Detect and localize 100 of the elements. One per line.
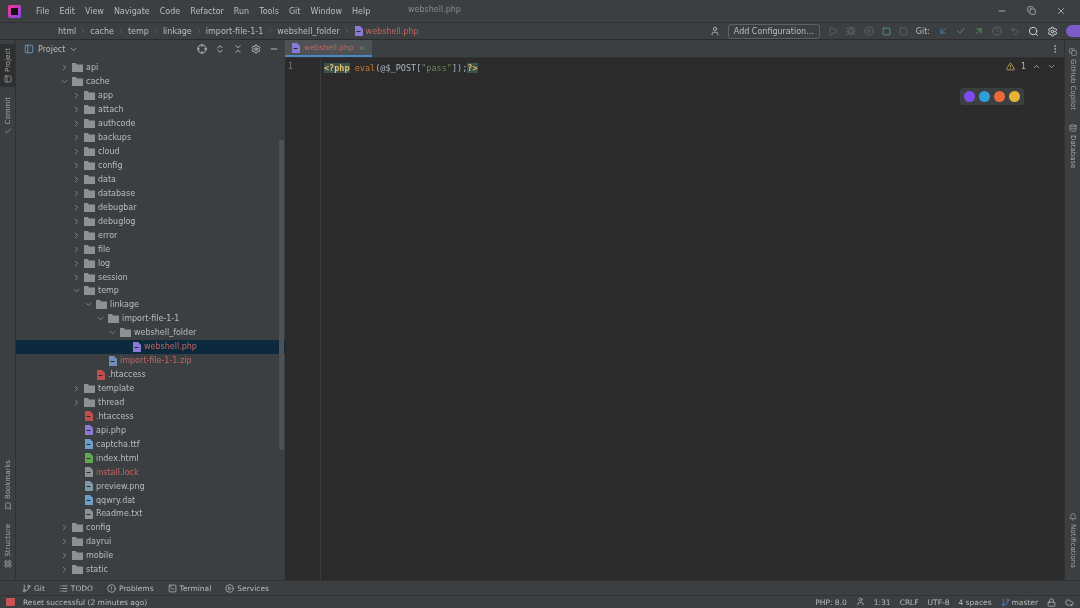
php-file-icon (84, 425, 93, 436)
folder-icon (84, 161, 95, 171)
tree-item[interactable]: api.php (16, 423, 285, 438)
tree-item-label: webshell_folder (134, 328, 197, 338)
add-configuration-button[interactable]: Add Configuration... (727, 23, 820, 39)
tree-item[interactable]: temp (16, 284, 285, 298)
tree-item[interactable]: captcha.ttf (16, 437, 285, 452)
tree-item-label: authcode (98, 119, 136, 129)
avatar-icon[interactable] (1066, 25, 1080, 37)
check-icon[interactable] (956, 26, 966, 36)
lock-icon[interactable] (1047, 597, 1056, 607)
tree-item[interactable]: file (16, 242, 285, 257)
tree-item[interactable]: webshell_folder (16, 325, 285, 340)
close-button[interactable] (1056, 6, 1066, 16)
terminal-icon (167, 583, 177, 593)
breadcrumb[interactable]: linkage (162, 26, 192, 36)
tree-item-label: template (98, 384, 135, 394)
breadcrumb[interactable]: import-file-1-1 (205, 26, 264, 36)
user-icon[interactable] (709, 26, 720, 36)
menu-item[interactable]: Run (228, 6, 255, 16)
settings-icon[interactable] (251, 44, 261, 54)
breadcrumb[interactable]: webshell_folder (277, 26, 340, 36)
tree-item-label: database (98, 188, 136, 198)
menu-item[interactable]: Help (347, 6, 376, 16)
breadcrumb[interactable]: cache (90, 26, 114, 36)
locate-icon[interactable] (197, 44, 207, 54)
folder-icon (72, 537, 83, 547)
tree-item[interactable]: backups (16, 130, 285, 145)
tree-item[interactable]: data (16, 172, 285, 187)
tree-item[interactable]: config (16, 520, 285, 535)
browser-icon[interactable] (994, 91, 1005, 102)
cloud-icon[interactable] (1065, 597, 1074, 607)
tree-item[interactable]: log (16, 256, 285, 271)
menu-item[interactable]: View (79, 6, 109, 16)
settings-icon[interactable] (1047, 25, 1058, 37)
tree-item-label: static (86, 565, 108, 575)
menu-item[interactable]: File (31, 6, 55, 16)
tree-item[interactable]: app (16, 88, 285, 103)
tree-item[interactable]: error (16, 228, 285, 243)
tree-item-label: log (98, 258, 111, 268)
tree-item-label: file (98, 244, 111, 254)
tree-item-label: backups (98, 133, 132, 143)
browser-icon[interactable] (1009, 91, 1020, 102)
tree-item[interactable]: cache (16, 74, 285, 89)
tree-item[interactable]: index.html (16, 451, 285, 466)
menu-item[interactable]: Edit (54, 6, 80, 16)
tree-item-label: debugbar (98, 202, 137, 212)
tree-item[interactable]: debugbar (16, 200, 285, 215)
push-icon[interactable] (974, 26, 984, 36)
scrollbar[interactable] (279, 140, 284, 450)
tree-item[interactable]: linkage (16, 297, 285, 312)
search-icon[interactable] (1028, 25, 1039, 37)
tree-item[interactable]: database (16, 186, 285, 201)
tree-item-label: cloud (98, 147, 120, 157)
people-icon[interactable] (855, 596, 865, 606)
tree-item[interactable]: .htaccess (16, 367, 285, 382)
tree-item[interactable]: session (16, 270, 285, 284)
menu-item[interactable]: Navigate (108, 6, 155, 16)
tree-item[interactable]: preview.png (16, 479, 285, 494)
tree-item[interactable]: dayrui (16, 534, 285, 549)
tree-item[interactable]: thread (16, 395, 285, 410)
tree-item[interactable]: .htaccess (16, 409, 285, 424)
menu-item[interactable]: Code (154, 6, 186, 16)
browser-icon[interactable] (979, 91, 990, 102)
expand-all-icon[interactable] (215, 44, 225, 54)
previous-icon[interactable] (1032, 62, 1041, 71)
tree-item[interactable]: qqwry.dat (16, 493, 285, 507)
tree-item[interactable]: webshell.php (16, 339, 285, 354)
menu-item[interactable]: Git (283, 6, 306, 16)
menu-item[interactable]: Tools (254, 6, 284, 16)
collapse-all-icon[interactable] (233, 44, 243, 54)
tree-item[interactable]: mobile (16, 548, 285, 563)
warning-count[interactable]: 1 (1020, 62, 1026, 71)
menu-item[interactable]: Refactor (185, 6, 229, 16)
breadcrumb[interactable]: temp (127, 26, 149, 36)
tree-item[interactable]: cloud (16, 144, 285, 159)
file-icon (84, 495, 93, 506)
tree-item[interactable]: Readme.txt (16, 507, 285, 521)
tree-item-label: cache (86, 77, 110, 87)
tree-item[interactable]: import-file-1-1 (16, 311, 285, 326)
panel-title[interactable]: Project (38, 44, 66, 54)
debug-icon[interactable] (845, 26, 856, 36)
update-icon[interactable] (938, 26, 948, 36)
tree-item-label: error (98, 230, 118, 240)
folder-icon (72, 77, 83, 87)
folder-icon (84, 286, 95, 296)
restore-button[interactable] (1027, 6, 1036, 15)
tree-item[interactable]: authcode (16, 116, 285, 131)
tree-item[interactable]: static (16, 562, 285, 577)
tree-item[interactable]: debuglog (16, 214, 285, 229)
tree-item[interactable]: attach (16, 102, 285, 117)
tree-item-label: .htaccess (96, 411, 134, 421)
tree-item-label: preview.png (96, 481, 145, 491)
chevron-right-icon (60, 63, 69, 73)
tree-item[interactable]: config (16, 158, 285, 173)
tree-item[interactable]: template (16, 381, 285, 396)
tree-item[interactable]: api (16, 61, 285, 75)
next-icon[interactable] (1047, 62, 1056, 71)
menu-item[interactable]: Window (305, 6, 347, 16)
breadcrumb[interactable]: html (58, 26, 77, 36)
